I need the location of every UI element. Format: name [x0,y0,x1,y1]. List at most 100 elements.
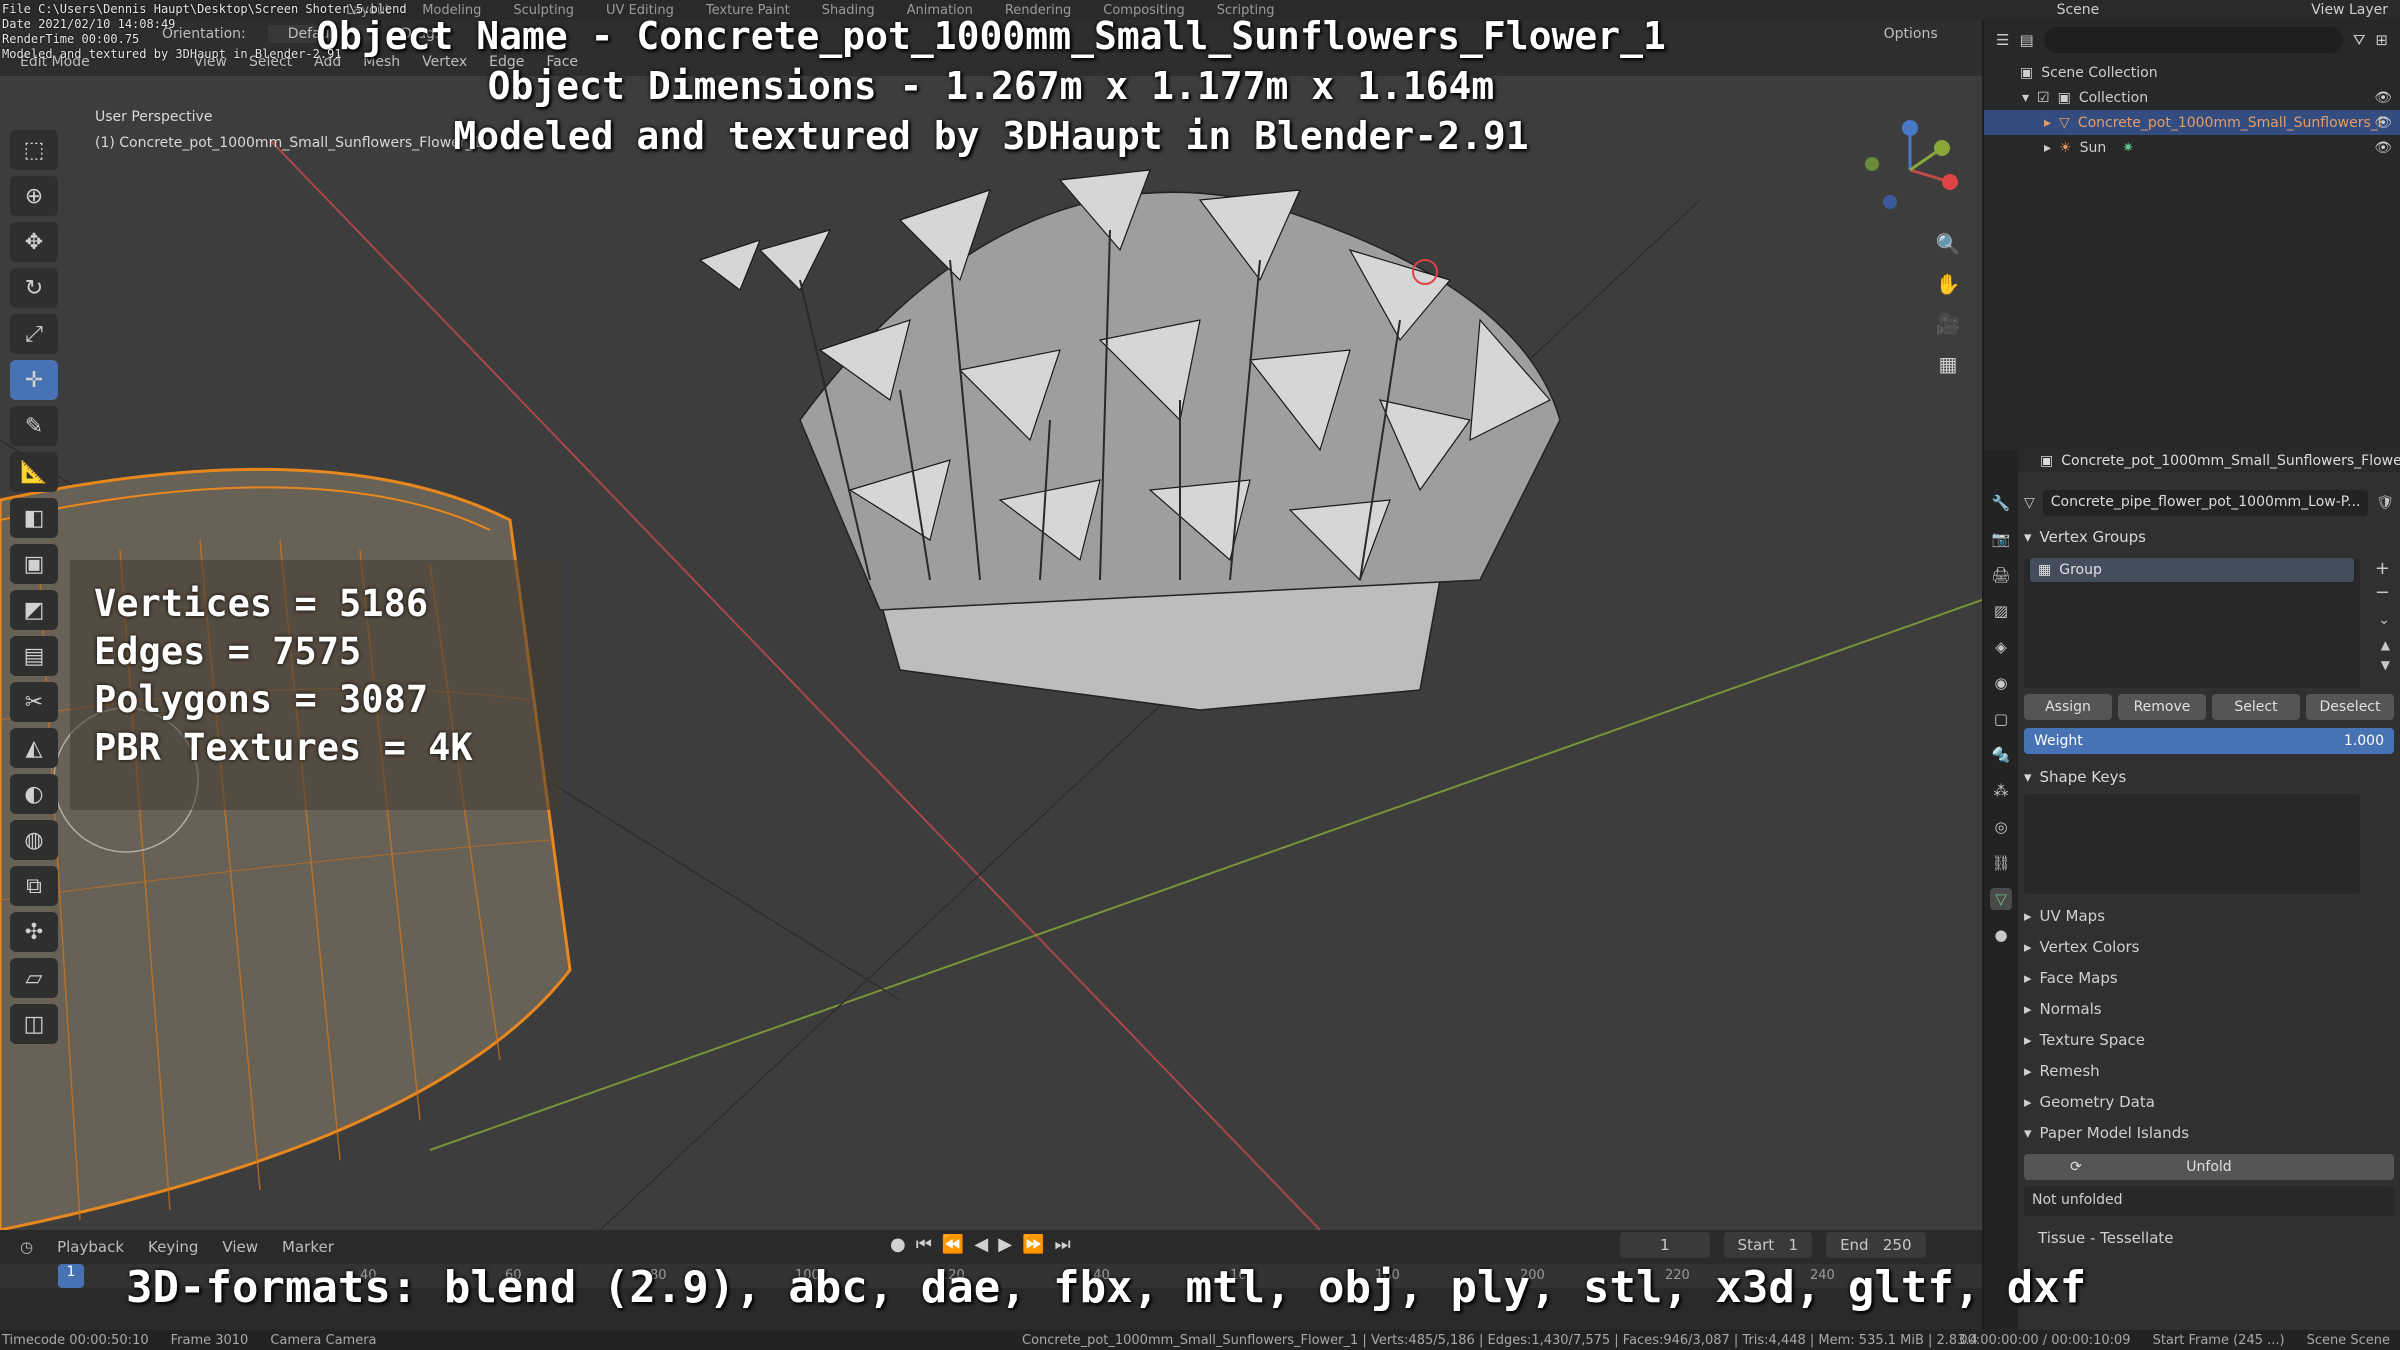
material-tab-icon[interactable]: ● [1990,924,2012,946]
view-layer-name[interactable]: View Layer [2311,2,2388,18]
remesh-section[interactable]: ▸ Remesh [2018,1055,2400,1086]
scale-icon[interactable]: ⤢ [10,314,58,354]
visibility-eye-icon[interactable]: 👁 [2374,115,2392,131]
workspace-tab-scripting[interactable]: Scripting [1201,3,1291,18]
object-tab-icon[interactable]: ▢ [1990,708,2012,730]
end-frame-field[interactable]: End 250 [1826,1232,1926,1258]
measure-icon[interactable]: 📐 [10,452,58,492]
edge-slide-icon[interactable]: ⧉ [10,866,58,906]
workspace-tab-uv-editing[interactable]: UV Editing [590,3,690,18]
new-collection-icon[interactable]: ⊞ [2375,31,2388,49]
outliner-object-row[interactable]: ▸ ▽ Concrete_pot_1000mm_Small_Sunflowers… [1984,110,2400,135]
vertex-group-item[interactable]: ▦ Group [2030,558,2354,582]
uv-maps-section[interactable]: ▸ UV Maps [2018,900,2400,931]
workspace-tab-animation[interactable]: Animation [891,3,989,18]
tissue-section[interactable]: Tissue - Tessellate [2018,1222,2400,1253]
checkbox-icon[interactable]: ☑ [2037,90,2050,106]
smooth-icon[interactable]: ◍ [10,820,58,860]
transform-icon[interactable]: ✛ [10,360,58,400]
deselect-button[interactable]: Deselect [2306,694,2394,720]
visibility-eye-icon[interactable]: 👁 [2374,140,2392,156]
timeline-menu-playback[interactable]: Playback [57,1238,124,1256]
next-key-icon[interactable]: ⏩ [1022,1234,1044,1255]
paper-model-section[interactable]: ▾ Paper Model Islands [2018,1117,2400,1148]
select-button[interactable]: Select [2212,694,2300,720]
texture-space-section[interactable]: ▸ Texture Space [2018,1024,2400,1055]
knife-icon[interactable]: ✂ [10,682,58,722]
output-tab-icon[interactable]: 🖨 [1990,564,2012,586]
zoom-icon[interactable]: 🔍 [1930,230,1966,258]
specials-chevron-icon[interactable]: ⌄ [2378,612,2390,628]
workspace-tab-texture-paint[interactable]: Texture Paint [690,3,806,18]
poly-build-icon[interactable]: ◭ [10,728,58,768]
modifier-tab-icon[interactable]: 🔩 [1990,744,2012,766]
expand-arrow-icon[interactable]: ▸ [2044,115,2051,131]
vertex-group-list[interactable]: ▦ Group + − ⌄ ▲ ▼ [2024,558,2390,688]
play-reverse-icon[interactable]: ◀ [974,1234,988,1255]
rip-icon[interactable]: ◫ [10,1004,58,1044]
geometry-data-section[interactable]: ▸ Geometry Data [2018,1086,2400,1117]
jump-start-icon[interactable]: ⏮ [916,1234,932,1255]
loop-cut-icon[interactable]: ▤ [10,636,58,676]
mesh-data-tab-icon[interactable]: ▽ [1990,888,2012,910]
ortho-grid-icon[interactable]: ▦ [1930,350,1966,378]
shape-key-list[interactable] [2024,794,2360,894]
workspace-tab-sculpting[interactable]: Sculpting [497,3,590,18]
visibility-eye-icon[interactable]: 👁 [2374,90,2392,106]
move-up-icon[interactable]: ▲ [2381,638,2390,652]
world-tab-icon[interactable]: ◉ [1990,672,2012,694]
shape-keys-section[interactable]: ▾ Shape Keys [2018,762,2400,792]
workspace-tab-shading[interactable]: Shading [806,3,891,18]
timeline-menu-view[interactable]: View [222,1238,258,1256]
tool-tab-icon[interactable]: 🔧 [1990,492,2012,514]
filter-icon[interactable]: ⛛ [2353,31,2366,49]
shrink-icon[interactable]: ✣ [10,912,58,952]
outliner-collection[interactable]: ▾ ☑ ▣ Collection 👁 [1984,85,2400,110]
timeline-menu-keying[interactable]: Keying [148,1238,198,1256]
workspace-tab-modeling[interactable]: Modeling [406,3,497,18]
3d-viewport[interactable]: Orientation: Default Drag: Options Edit … [0,20,1982,1230]
assign-button[interactable]: Assign [2024,694,2112,720]
normals-section[interactable]: ▸ Normals [2018,993,2400,1024]
outliner-sun-row[interactable]: ▸ ☀ Sun ✷ 👁 [1984,135,2400,160]
prev-key-icon[interactable]: ⏪ [942,1234,964,1255]
mesh-name-field[interactable]: Concrete_pipe_flower_pot_1000mm_Low-P... [2042,490,2369,516]
timeline-menu-marker[interactable]: Marker [282,1238,334,1256]
expand-arrow-icon[interactable]: ▾ [2022,90,2029,106]
play-icon[interactable]: ▶ [998,1234,1012,1255]
render-tab-icon[interactable]: 📷 [1990,528,2012,550]
move-icon[interactable]: ✥ [10,222,58,262]
face-maps-section[interactable]: ▸ Face Maps [2018,962,2400,993]
unfold-button[interactable]: ⟳ Unfold [2024,1154,2394,1180]
outliner-scene-collection[interactable]: ▣ Scene Collection [1984,60,2400,85]
add-icon[interactable]: + [2375,558,2390,579]
inset-icon[interactable]: ▣ [10,544,58,584]
cursor-icon[interactable]: ⊕ [10,176,58,216]
remove-button[interactable]: Remove [2118,694,2206,720]
scene-name[interactable]: Scene [2057,2,2100,18]
annotate-icon[interactable]: ✎ [10,406,58,446]
scene-tab-icon[interactable]: ◈ [1990,636,2012,658]
workspace-tab-rendering[interactable]: Rendering [989,3,1087,18]
spin-icon[interactable]: ◐ [10,774,58,814]
current-frame-field[interactable]: 1 [1620,1232,1710,1258]
workspace-tab-compositing[interactable]: Compositing [1087,3,1201,18]
display-mode-icon[interactable]: ▤ [2019,31,2033,49]
view-layer-tab-icon[interactable]: ▨ [1990,600,2012,622]
pan-hand-icon[interactable]: ✋ [1930,270,1966,298]
outliner-search-input[interactable] [2043,27,2343,53]
remove-icon[interactable]: − [2375,582,2390,603]
bevel-icon[interactable]: ◩ [10,590,58,630]
rotate-icon[interactable]: ↻ [10,268,58,308]
physics-tab-icon[interactable]: ◎ [1990,816,2012,838]
constraints-tab-icon[interactable]: ⛓ [1990,852,2012,874]
timeline-playhead[interactable]: 1 [58,1264,84,1288]
weight-slider[interactable]: Weight 1.000 [2024,728,2394,754]
move-down-icon[interactable]: ▼ [2381,658,2390,672]
jump-end-icon[interactable]: ⏭ [1054,1234,1070,1255]
extrude-icon[interactable]: ◧ [10,498,58,538]
expand-arrow-icon[interactable]: ▸ [2044,140,2051,156]
shear-icon[interactable]: ▱ [10,958,58,998]
record-icon[interactable]: ● [890,1234,906,1255]
start-frame-field[interactable]: Start 1 [1723,1232,1813,1258]
